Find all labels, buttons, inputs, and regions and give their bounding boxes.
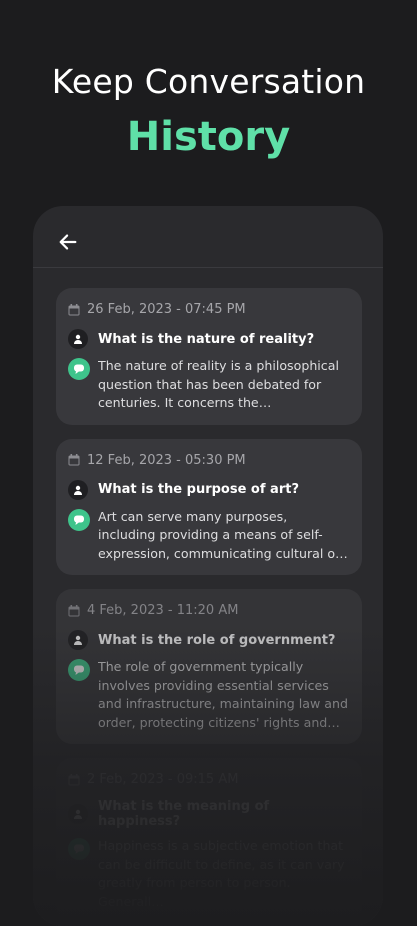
date-row: 2 Feb, 2023 - 09:15 AM [68, 772, 348, 787]
history-list: 26 Feb, 2023 - 07:45 PM What is the natu… [56, 288, 362, 926]
question-text: What is the meaning of happiness? [98, 799, 270, 829]
question-text: What is the role of government? [98, 632, 336, 648]
calendar-icon [68, 303, 80, 315]
history-card[interactable]: 4 Feb, 2023 - 11:20 AM What is the role … [56, 589, 362, 744]
answer-row: The nature of reality is a philosophical… [68, 357, 348, 413]
user-icon [68, 479, 88, 500]
answer-preview: The nature of reality is a philosophical… [98, 358, 339, 410]
answer-preview: Art can serve many purposes, including p… [98, 508, 341, 561]
chat-bubble-icon [68, 838, 90, 860]
question-row: What is the meaning of happiness? [68, 799, 348, 829]
answer-preview: The role of government typically involve… [98, 659, 348, 730]
conversation-date: 12 Feb, 2023 - 05:30 PM [87, 452, 246, 468]
history-card[interactable]: 12 Feb, 2023 - 05:30 PM What is the purp… [56, 438, 362, 575]
calendar-icon [68, 773, 80, 785]
conversation-date: 2 Feb, 2023 - 09:15 AM [87, 772, 239, 787]
chat-bubble-icon [68, 659, 90, 681]
back-arrow-icon[interactable] [57, 231, 79, 253]
hero-highlight: History [126, 114, 291, 160]
answer-row: Art can serve many purposes, including p… [68, 508, 348, 564]
date-row: 4 Feb, 2023 - 11:20 AM [68, 603, 348, 618]
user-icon [68, 804, 88, 824]
history-card[interactable]: 2 Feb, 2023 - 09:15 AM What is the meani… [56, 758, 362, 923]
question-text: What is the purpose of art? [98, 482, 299, 497]
chat-bubble-icon [68, 358, 90, 380]
phone-screen: 26 Feb, 2023 - 07:45 PM What is the natu… [33, 206, 383, 926]
conversation-date: 4 Feb, 2023 - 11:20 AM [87, 603, 239, 618]
question-row: What is the role of government? [68, 630, 348, 650]
user-icon [68, 630, 88, 650]
question-row: What is the nature of reality? [68, 329, 348, 349]
user-icon [68, 329, 88, 349]
hero-title: Keep Conversation [51, 62, 366, 101]
date-row: 12 Feb, 2023 - 05:30 PM [68, 453, 348, 468]
answer-row: The role of government typically involve… [68, 658, 348, 732]
app-header [33, 206, 383, 268]
calendar-icon [68, 604, 80, 616]
chat-bubble-icon [68, 508, 90, 531]
question-text: What is the nature of reality? [98, 331, 315, 347]
date-row: 26 Feb, 2023 - 07:45 PM [68, 302, 348, 317]
history-card[interactable]: 26 Feb, 2023 - 07:45 PM What is the natu… [56, 288, 362, 425]
calendar-icon [68, 454, 80, 466]
conversation-date: 26 Feb, 2023 - 07:45 PM [87, 302, 246, 317]
question-row: What is the purpose of art? [68, 479, 348, 500]
